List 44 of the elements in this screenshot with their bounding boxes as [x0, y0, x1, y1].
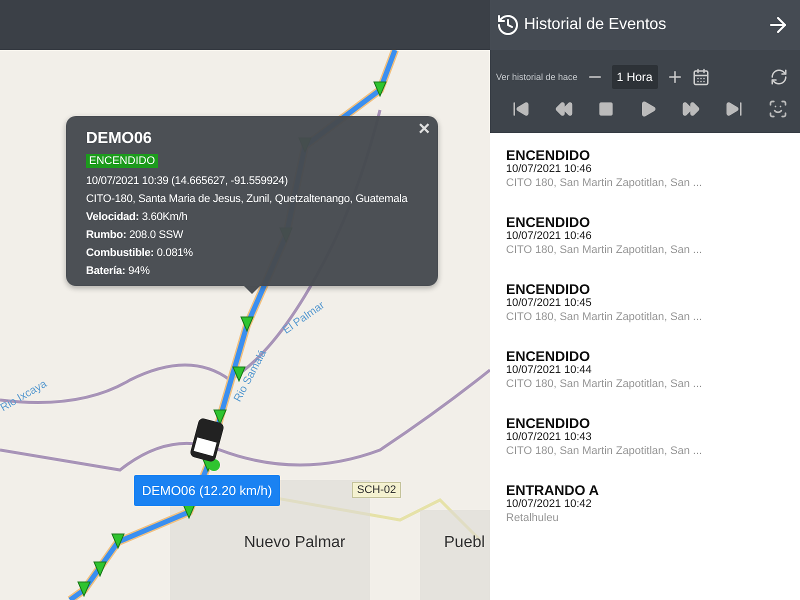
- info-line: Velocidad: 3.60Km/h: [86, 210, 188, 225]
- event-title: ENCENDIDO: [506, 415, 592, 431]
- range-label: Ver historial de hace: [496, 72, 578, 82]
- stop-icon[interactable]: [598, 100, 614, 116]
- vehicle-name: DEMO06: [86, 130, 153, 148]
- event-title: ENTRANDO A: [506, 482, 600, 498]
- event-title: ENCENDIDO: [506, 147, 592, 163]
- play-icon[interactable]: [639, 100, 657, 118]
- vehicle-label: DEMO06 (12.20 km/h): [134, 475, 280, 506]
- event-title: ENCENDIDO: [506, 348, 592, 364]
- event-place: CITO 180, San Martin Zapotitlan, San ...: [506, 244, 704, 256]
- event-title: ENCENDIDO: [506, 281, 592, 297]
- event-time: 10/07/2021 10:46: [506, 163, 593, 175]
- rewind-icon[interactable]: [555, 100, 573, 118]
- event-time: 10/07/2021 10:42: [506, 498, 593, 510]
- panel-title: Historial de Eventos: [524, 16, 668, 34]
- skip-back-icon[interactable]: [512, 100, 530, 118]
- event-time: 10/07/2021 10:43: [506, 431, 593, 443]
- info-line: CITO-180, Santa Maria de Jesus, Zunil, Quetzaltenango, Guatemala: [86, 192, 409, 207]
- focus-icon[interactable]: [768, 98, 788, 118]
- calendar-icon[interactable]: [692, 68, 710, 86]
- info-line: Combustible: 0.081%: [86, 246, 194, 261]
- close-button[interactable]: ×: [418, 118, 430, 141]
- status-badge: ENCENDIDO: [86, 154, 158, 168]
- info-line: Batería: 94%: [86, 264, 151, 279]
- skip-forward-icon[interactable]: [725, 100, 743, 118]
- history-icon: [496, 13, 520, 37]
- event-time: 10/07/2021 10:46: [506, 230, 593, 242]
- event-place: CITO 180, San Martin Zapotitlan, San ...: [506, 445, 704, 457]
- fast-forward-icon[interactable]: [682, 100, 700, 118]
- info-line: 10/07/2021 10:39 (14.665627, -91.559924): [86, 174, 289, 189]
- event-title: ENCENDIDO: [506, 214, 592, 230]
- event-time: 10/07/2021 10:45: [506, 297, 593, 309]
- map-label: Puebl: [444, 534, 485, 552]
- event-place: CITO 180, San Martin Zapotitlan, San ...: [506, 177, 704, 189]
- event-place: CITO 180, San Martin Zapotitlan, San ...: [506, 311, 704, 323]
- info-line: Rumbo: 208.0 SSW: [86, 228, 184, 243]
- map-label: Nuevo Palmar: [244, 534, 346, 552]
- range-value: 1 Hora: [612, 64, 658, 88]
- event-place: CITO 180, San Martin Zapotitlan, San ...: [506, 378, 704, 390]
- refresh-icon[interactable]: [770, 68, 788, 86]
- map-label: SCH-02: [352, 482, 402, 498]
- event-place: Retalhuleu: [506, 512, 560, 524]
- event-time: 10/07/2021 10:44: [506, 364, 593, 376]
